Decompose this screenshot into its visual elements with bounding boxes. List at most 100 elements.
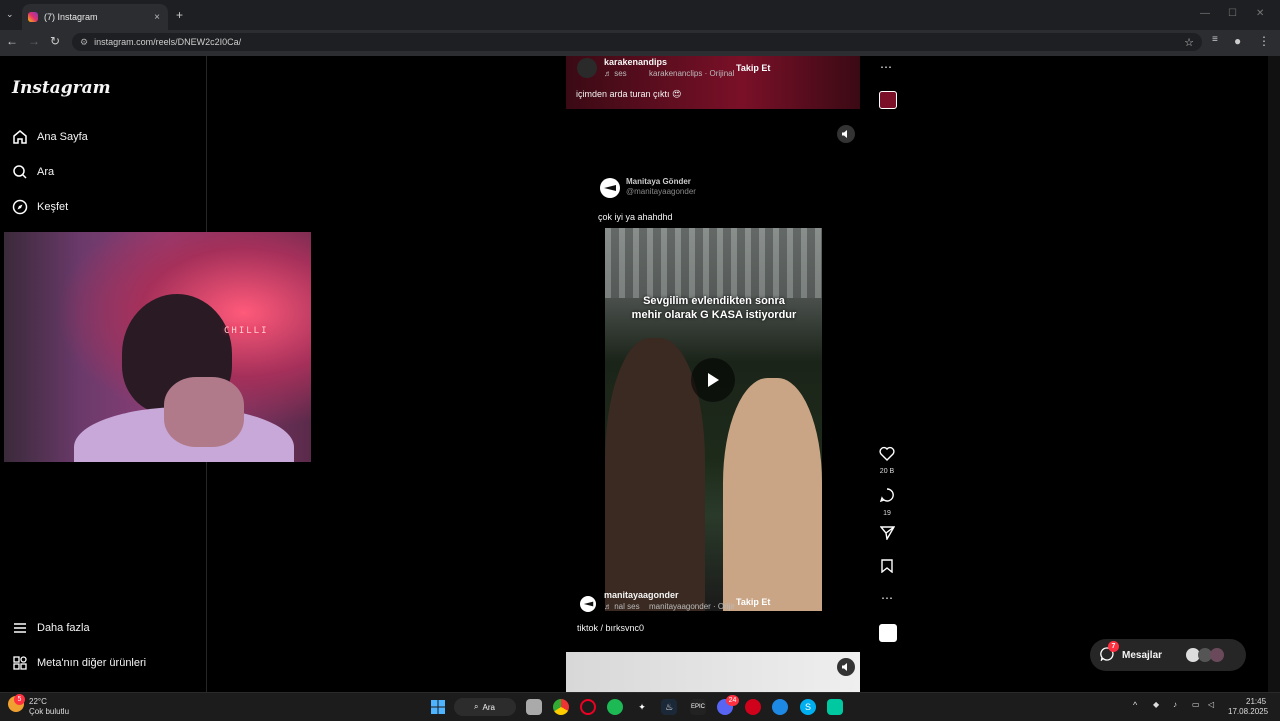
webcam-neon-sign: CHILLI bbox=[224, 326, 269, 336]
sidebar-item-meta-products[interactable]: Meta'nın diğer ürünleri bbox=[12, 655, 146, 671]
back-icon[interactable]: ← bbox=[6, 34, 18, 48]
extension-icon[interactable]: ● bbox=[1234, 34, 1241, 48]
browser-menu-icon[interactable]: ⋮ bbox=[1258, 34, 1270, 48]
weather-badge: 5 bbox=[14, 694, 25, 705]
sidebar-item-label: Daha fazla bbox=[37, 622, 90, 634]
weather-icon[interactable]: 5 bbox=[8, 694, 25, 712]
site-info-icon[interactable]: ⚙ bbox=[80, 37, 88, 48]
network-icon[interactable]: ▭ bbox=[1192, 700, 1200, 709]
post-username[interactable]: karakenandips bbox=[604, 57, 667, 67]
comment-button[interactable]: 19 bbox=[876, 487, 898, 517]
webcam-overlay: CHILLI bbox=[4, 232, 311, 462]
browser-tab-instagram[interactable]: (7) Instagram × bbox=[22, 4, 168, 30]
menu-icon bbox=[12, 620, 28, 636]
compass-icon bbox=[12, 199, 28, 215]
messages-button[interactable]: 7 Mesajlar bbox=[1090, 639, 1246, 671]
tray-overflow-icon[interactable]: ^ bbox=[1133, 700, 1137, 710]
audio-thumbnail-icon[interactable] bbox=[879, 91, 897, 109]
sidebar-item-home[interactable]: Ana Sayfa bbox=[12, 129, 88, 145]
media-controls-icon[interactable]: ≡ bbox=[1212, 34, 1218, 45]
reload-icon[interactable]: ↻ bbox=[50, 34, 60, 48]
discord-badge: 24 bbox=[726, 695, 739, 706]
minimize-icon[interactable]: — bbox=[1200, 8, 1210, 19]
volume-icon[interactable] bbox=[837, 658, 855, 676]
play-icon bbox=[708, 373, 719, 387]
taskbar-search[interactable]: ⌕ Ara bbox=[454, 698, 516, 716]
sidebar-item-search[interactable]: Ara bbox=[12, 164, 54, 180]
chrome-icon[interactable] bbox=[553, 699, 569, 715]
avatar[interactable] bbox=[600, 178, 620, 198]
play-button[interactable] bbox=[691, 358, 735, 402]
opera-icon[interactable] bbox=[580, 699, 596, 715]
post-sub-caption: tiktok / bırksvnc0 bbox=[577, 623, 645, 633]
url-text: instagram.com/reels/DNEW2c2I0Ca/ bbox=[94, 37, 242, 47]
audio-thumbnail-icon[interactable] bbox=[879, 624, 897, 642]
weather-description[interactable]: Çok bulutlu bbox=[29, 707, 69, 716]
weather-temperature[interactable]: 22°C bbox=[29, 697, 47, 706]
app-red-icon[interactable] bbox=[745, 699, 761, 715]
follow-button[interactable]: Takip Et bbox=[736, 597, 770, 607]
video-railing bbox=[605, 228, 822, 298]
spotify-icon[interactable] bbox=[607, 699, 623, 715]
like-button[interactable]: 20 B bbox=[876, 446, 898, 475]
next-reel-thumbnail[interactable] bbox=[566, 652, 860, 692]
app-blue-icon[interactable] bbox=[772, 699, 788, 715]
clock-time[interactable]: 21:45 bbox=[1246, 697, 1266, 706]
messenger-icon: 7 bbox=[1100, 640, 1119, 664]
post-username[interactable]: manitayaagonder bbox=[604, 590, 679, 600]
volume-icon[interactable] bbox=[837, 125, 855, 143]
new-tab-button[interactable]: + bbox=[176, 8, 183, 22]
microphone-icon[interactable]: ♪ bbox=[1173, 700, 1177, 709]
share-button[interactable] bbox=[876, 526, 898, 545]
bookmark-star-icon[interactable]: ☆ bbox=[1184, 36, 1194, 49]
file-explorer-icon[interactable] bbox=[526, 699, 542, 715]
sidebar-item-explore[interactable]: Keşfet bbox=[12, 199, 68, 215]
maximize-icon[interactable]: ☐ bbox=[1228, 8, 1237, 19]
reel-video[interactable]: Sevgilim evlendikten sonra mehir olarak … bbox=[605, 228, 822, 611]
save-button[interactable] bbox=[876, 559, 898, 578]
clock-date[interactable]: 17.08.2025 bbox=[1228, 707, 1268, 716]
audio-label[interactable]: manitayaagonder · Orijir bbox=[649, 602, 735, 611]
discord-icon[interactable]: 24 bbox=[717, 695, 739, 715]
more-options-icon[interactable]: ⋯ bbox=[876, 591, 898, 605]
sidebar-item-more[interactable]: Daha fazla bbox=[12, 620, 90, 636]
post-author[interactable]: Manitaya Gönder bbox=[626, 177, 691, 186]
close-window-icon[interactable]: ✕ bbox=[1256, 8, 1264, 19]
follow-button[interactable]: Takip Et bbox=[736, 63, 770, 73]
taskbar-search-label: Ara bbox=[482, 702, 495, 712]
tray-app-icon[interactable]: ◆ bbox=[1153, 700, 1159, 709]
close-tab-icon[interactable]: × bbox=[154, 12, 160, 23]
messages-label: Mesajlar bbox=[1122, 649, 1163, 661]
steelseries-icon[interactable]: ✦ bbox=[634, 699, 650, 715]
forward-icon[interactable]: → bbox=[28, 34, 40, 48]
tab-list-icon[interactable]: ⌄ bbox=[6, 9, 14, 20]
instagram-logo[interactable]: Instagram bbox=[12, 78, 111, 98]
more-options-icon[interactable]: ⋯ bbox=[880, 60, 892, 74]
steam-icon[interactable]: ♨ bbox=[661, 699, 677, 715]
address-bar[interactable]: ⚙ instagram.com/reels/DNEW2c2I0Ca/ ☆ bbox=[72, 33, 1202, 51]
audio-label[interactable]: karakenanclips · Orijinal bbox=[649, 69, 734, 78]
page-scrollbar[interactable] bbox=[1268, 56, 1280, 692]
app-green-icon[interactable] bbox=[827, 699, 843, 715]
volume-icon[interactable]: ◁ bbox=[1208, 700, 1214, 709]
webcam-person-head bbox=[164, 377, 244, 447]
post-handle[interactable]: @manitayaagonder bbox=[626, 187, 696, 196]
skype-icon[interactable]: S bbox=[800, 699, 816, 715]
search-icon bbox=[12, 164, 28, 180]
instagram-favicon-icon bbox=[28, 12, 38, 22]
search-icon: ⌕ bbox=[474, 702, 479, 711]
epic-games-icon[interactable]: EPIC bbox=[690, 699, 706, 715]
tab-title: (7) Instagram bbox=[44, 12, 98, 22]
heart-icon bbox=[879, 446, 895, 461]
avatar[interactable] bbox=[580, 596, 596, 612]
avatar bbox=[1210, 648, 1224, 662]
send-icon bbox=[879, 526, 895, 542]
video-caption: Sevgilim evlendikten sonra mehir olarak … bbox=[631, 295, 797, 321]
sidebar-item-label: Ara bbox=[37, 166, 55, 178]
apps-icon bbox=[12, 655, 28, 671]
messages-badge: 7 bbox=[1108, 640, 1119, 652]
avatar[interactable] bbox=[577, 58, 597, 78]
windows-start-icon[interactable] bbox=[430, 699, 446, 715]
sidebar-item-label: Meta'nın diğer ürünleri bbox=[37, 657, 147, 669]
video-person-man bbox=[605, 338, 705, 611]
